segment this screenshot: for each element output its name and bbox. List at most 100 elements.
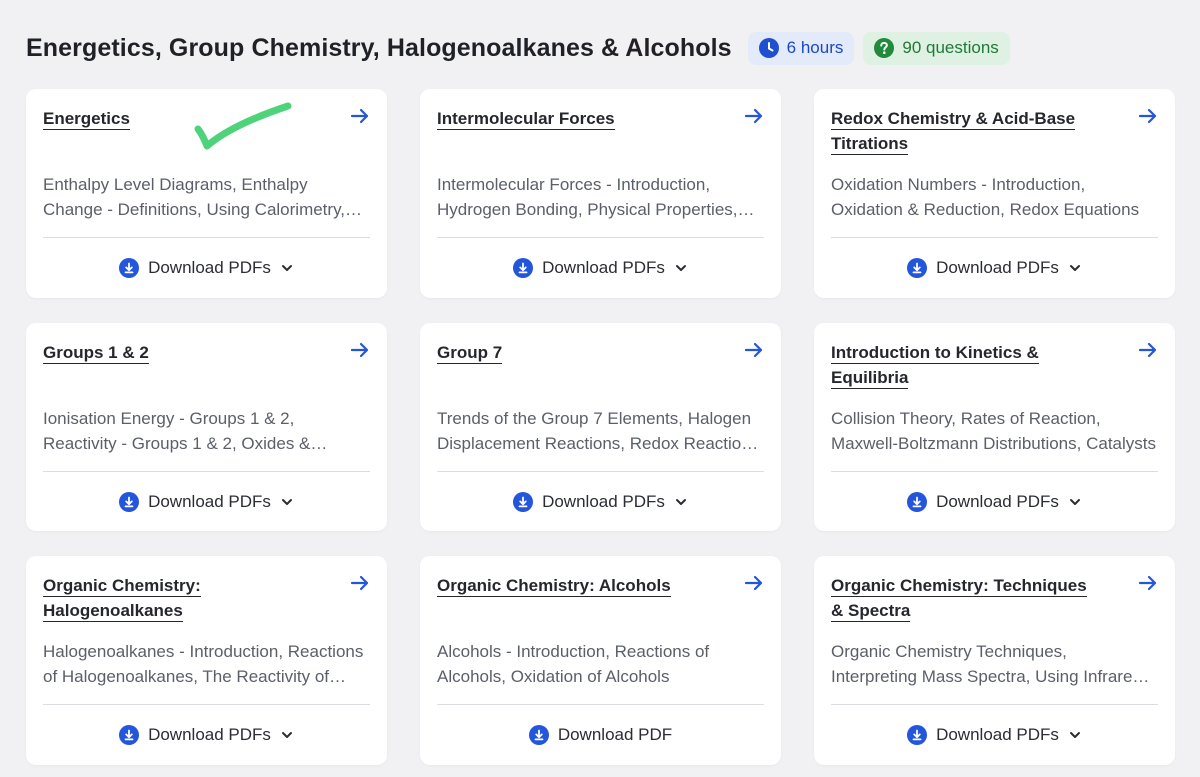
download-label[interactable]: Download PDF — [558, 725, 672, 745]
topic-card-description: Enthalpy Level Diagrams, Enthalpy Change… — [43, 175, 346, 219]
questions-badge: 90 questions — [863, 31, 1010, 65]
download-pdfs-button[interactable]: Download PDF — [420, 722, 781, 748]
topic-card-description: Ionisation Energy - Groups 1 & 2, Reacti… — [43, 409, 311, 453]
download-label[interactable]: Download PDFs — [542, 492, 665, 512]
download-icon[interactable] — [907, 258, 928, 278]
chevron-down-icon[interactable] — [674, 495, 688, 509]
arrow-right-icon[interactable] — [1138, 106, 1158, 131]
topic-card: Energetics Enthalpy Level Diagrams, Entha… — [26, 89, 387, 298]
topic-card-title[interactable]: Group 7 — [437, 343, 503, 364]
chevron-down-icon[interactable] — [280, 495, 294, 509]
topic-card-description: Halogenoalkanes - Introduction, Reaction… — [43, 642, 364, 686]
topic-card-title-link[interactable]: Organic Chemistry: Halogenoalkanes — [43, 573, 313, 623]
clock-icon — [758, 38, 779, 58]
topic-card-title[interactable]: Organic Chemistry: Halogenoalkanes — [43, 576, 201, 622]
card-divider — [43, 237, 370, 238]
check-mark-icon — [194, 101, 294, 156]
open-topic-button[interactable] — [349, 574, 371, 596]
download-label[interactable]: Download PDFs — [936, 492, 1059, 512]
download-pdfs-button[interactable]: Download PDFs — [26, 255, 387, 281]
questions-label: 90 questions — [902, 38, 999, 57]
arrow-right-icon[interactable] — [744, 340, 764, 365]
download-pdfs-button[interactable]: Download PDFs — [420, 255, 781, 281]
topic-card-title-link[interactable]: Organic Chemistry: Alcohols — [437, 573, 707, 598]
duration-label: 6 hours — [786, 38, 844, 57]
topic-card-description: Intermolecular Forces - Introduction, Hy… — [437, 175, 738, 219]
chevron-down-icon[interactable] — [1068, 495, 1082, 509]
topic-card-title-link[interactable]: Intermolecular Forces — [437, 106, 707, 131]
card-divider — [43, 704, 370, 705]
topic-card-description: Trends of the Group 7 Elements, Halogen … — [437, 409, 760, 453]
topic-card-title[interactable]: Intermolecular Forces — [437, 109, 615, 130]
topic-card-description: Organic Chemistry Techniques, Interpreti… — [831, 642, 1142, 686]
topic-card: Redox Chemistry & Acid-Base Titrations Ox… — [814, 89, 1175, 298]
arrow-right-icon[interactable] — [350, 106, 370, 131]
card-divider — [437, 471, 764, 472]
topic-card-title[interactable]: Organic Chemistry: Alcohols — [437, 576, 671, 597]
topic-card: Organic Chemistry: Halogenoalkanes Haloge… — [26, 556, 387, 765]
download-icon[interactable] — [513, 258, 534, 278]
topic-card-title-link[interactable]: Redox Chemistry & Acid-Base Titrations — [831, 106, 1101, 156]
download-pdfs-button[interactable]: Download PDFs — [26, 722, 387, 748]
topic-card-title[interactable]: Energetics — [43, 109, 130, 130]
download-label[interactable]: Download PDFs — [148, 258, 271, 278]
topic-card-description: Alcohols - Introduction, Reactions of Al… — [437, 642, 710, 686]
download-pdfs-button[interactable]: Download PDFs — [814, 489, 1175, 515]
chevron-down-icon[interactable] — [674, 261, 688, 275]
open-topic-button[interactable] — [743, 107, 765, 129]
download-label[interactable]: Download PDFs — [542, 258, 665, 278]
topic-card-title[interactable]: Introduction to Kinetics & Equilibria — [831, 343, 1039, 389]
page-title: Energetics, Group Chemistry, Halogenoalk… — [26, 33, 732, 62]
download-pdfs-button[interactable]: Download PDFs — [814, 255, 1175, 281]
arrow-right-icon[interactable] — [744, 106, 764, 131]
open-topic-button[interactable] — [743, 574, 765, 596]
topic-header: Energetics, Group Chemistry, Halogenoalk… — [26, 30, 1180, 66]
arrow-right-icon[interactable] — [744, 573, 764, 598]
topic-card-title[interactable]: Groups 1 & 2 — [43, 343, 149, 364]
download-label[interactable]: Download PDFs — [148, 492, 271, 512]
topic-card: Groups 1 & 2 Ionisation Energy - Groups 1… — [26, 323, 387, 531]
arrow-right-icon[interactable] — [350, 573, 370, 598]
open-topic-button[interactable] — [349, 107, 371, 129]
card-divider — [437, 704, 764, 705]
topic-card-title-link[interactable]: Introduction to Kinetics & Equilibria — [831, 340, 1101, 390]
open-topic-button[interactable] — [1137, 107, 1159, 129]
card-divider — [437, 237, 764, 238]
chevron-down-icon[interactable] — [1068, 261, 1082, 275]
open-topic-button[interactable] — [349, 341, 371, 363]
open-topic-button[interactable] — [743, 341, 765, 363]
arrow-right-icon[interactable] — [1138, 573, 1158, 598]
chevron-down-icon[interactable] — [280, 728, 294, 742]
download-icon[interactable] — [119, 725, 140, 745]
download-icon[interactable] — [907, 492, 928, 512]
topic-card-title[interactable]: Organic Chemistry: Techniques & Spectra — [831, 576, 1087, 622]
download-pdfs-button[interactable]: Download PDFs — [420, 489, 781, 515]
question-icon — [874, 38, 895, 58]
download-label[interactable]: Download PDFs — [936, 725, 1059, 745]
open-topic-button[interactable] — [1137, 341, 1159, 363]
chevron-down-icon[interactable] — [1068, 728, 1082, 742]
download-pdfs-button[interactable]: Download PDFs — [26, 489, 387, 515]
download-label[interactable]: Download PDFs — [148, 725, 271, 745]
duration-badge: 6 hours — [747, 31, 855, 65]
topic-card: Group 7 Trends of the Group 7 Elements, H… — [420, 323, 781, 531]
topic-card-title[interactable]: Redox Chemistry & Acid-Base Titrations — [831, 109, 1076, 155]
download-pdfs-button[interactable]: Download PDFs — [814, 722, 1175, 748]
topic-card-title-link[interactable]: Groups 1 & 2 — [43, 340, 313, 365]
chevron-down-icon[interactable] — [280, 261, 294, 275]
arrow-right-icon[interactable] — [1138, 340, 1158, 365]
download-icon[interactable] — [907, 725, 928, 745]
download-icon[interactable] — [528, 725, 549, 745]
card-divider — [831, 237, 1158, 238]
download-label[interactable]: Download PDFs — [936, 258, 1059, 278]
arrow-right-icon[interactable] — [350, 340, 370, 365]
card-divider — [43, 471, 370, 472]
topic-card-title-link[interactable]: Organic Chemistry: Techniques & Spectra — [831, 573, 1101, 623]
topic-card: Organic Chemistry: Techniques & Spectra O… — [814, 556, 1175, 765]
download-icon[interactable] — [119, 492, 140, 512]
open-topic-button[interactable] — [1137, 574, 1159, 596]
topic-card: Intermolecular Forces Intermolecular Forc… — [420, 89, 781, 298]
topic-card-title-link[interactable]: Group 7 — [437, 340, 707, 365]
download-icon[interactable] — [513, 492, 534, 512]
download-icon[interactable] — [119, 258, 140, 278]
